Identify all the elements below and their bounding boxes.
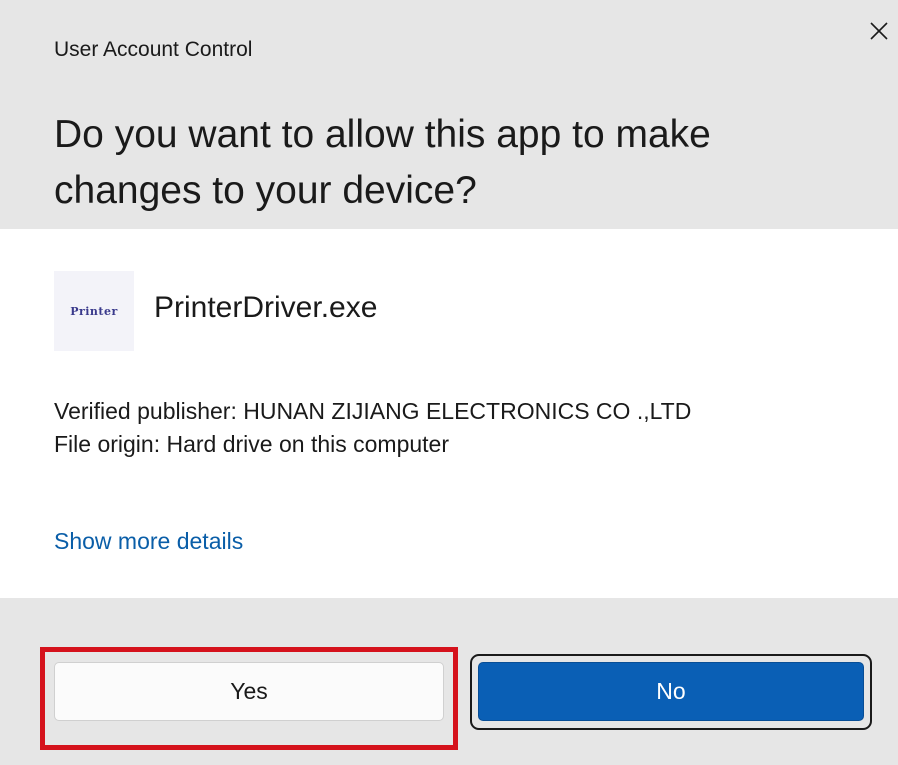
- dialog-question: Do you want to allow this app to make ch…: [54, 113, 711, 212]
- yes-button[interactable]: Yes: [54, 662, 444, 721]
- file-origin-line: File origin: Hard drive on this computer: [54, 431, 449, 457]
- app-name: PrinterDriver.exe: [154, 291, 378, 324]
- app-icon-logo: Printer: [70, 304, 118, 318]
- close-button[interactable]: [862, 14, 896, 48]
- dialog-title: User Account Control: [54, 38, 253, 61]
- show-more-details-link[interactable]: Show more details: [54, 528, 243, 555]
- app-icon: Printer: [54, 271, 134, 351]
- publisher-details: Verified publisher: HUNAN ZIJIANG ELECTR…: [54, 395, 874, 461]
- app-info: Printer PrinterDriver.exe: [54, 271, 854, 351]
- publisher-line: Verified publisher: HUNAN ZIJIANG ELECTR…: [54, 398, 692, 424]
- dialog-header: User Account Control Do you want to allo…: [0, 0, 898, 229]
- uac-dialog: User Account Control Do you want to allo…: [0, 0, 898, 765]
- no-button[interactable]: No: [478, 662, 864, 721]
- dialog-footer: Yes No: [0, 598, 898, 765]
- close-icon: [870, 22, 888, 40]
